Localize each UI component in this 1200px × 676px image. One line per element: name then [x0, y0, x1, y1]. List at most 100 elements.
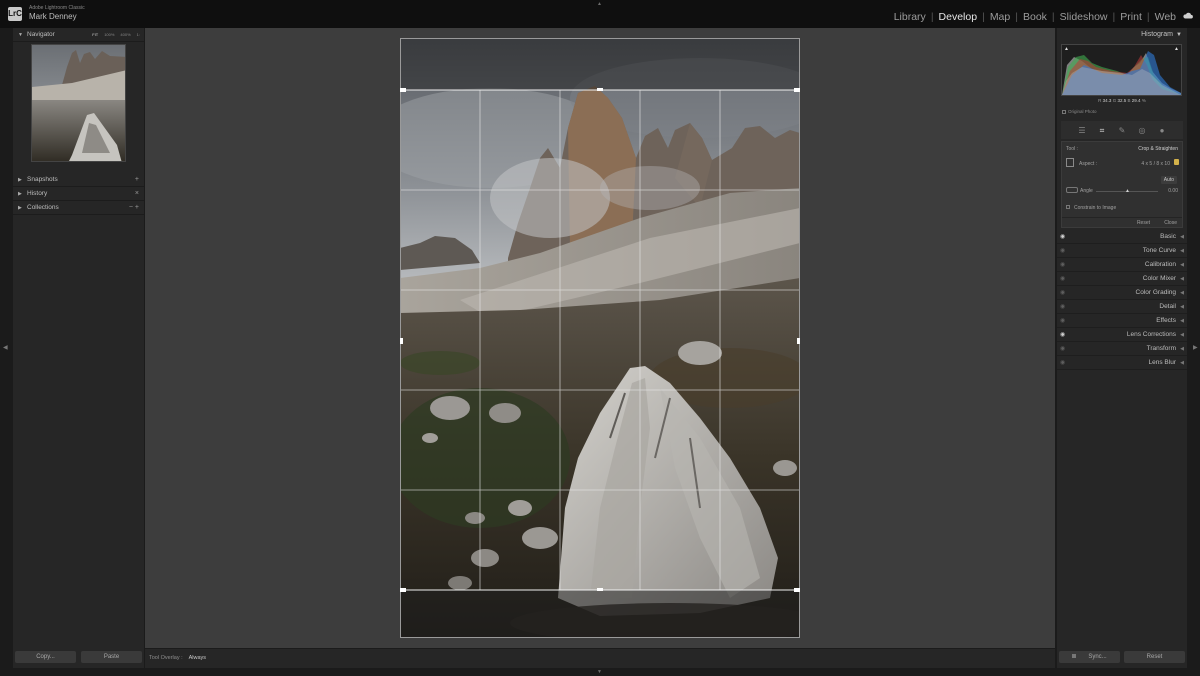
crop-close-button[interactable]: Close: [1164, 220, 1177, 226]
module-picker: Library | Develop | Map | Book | Slidesh…: [894, 11, 1176, 23]
lightroom-window: LrC Adobe Lightroom Classic Mark Denney …: [0, 0, 1200, 676]
section-transform[interactable]: ◉ Transform ◀: [1057, 342, 1187, 356]
module-separator: |: [1051, 11, 1055, 23]
zoom-400[interactable]: 400%: [120, 28, 130, 42]
lock-icon[interactable]: [1174, 159, 1179, 165]
add-snapshot-button[interactable]: +: [135, 173, 139, 187]
eye-icon[interactable]: ◉: [1060, 342, 1065, 356]
section-label: Color Mixer: [1142, 275, 1176, 282]
module-map[interactable]: Map: [990, 11, 1010, 23]
module-book[interactable]: Book: [1023, 11, 1047, 23]
masking-icon[interactable]: ●: [1158, 126, 1167, 135]
eye-icon[interactable]: ◉: [1060, 258, 1065, 272]
histogram-header[interactable]: Histogram ▼: [1057, 28, 1187, 42]
original-photo-checkbox[interactable]: [1062, 109, 1066, 114]
expand-triangle-icon: ▶: [18, 205, 22, 211]
tool-label: Tool :: [1066, 146, 1078, 152]
top-panel-toggle-icon[interactable]: ▲: [597, 1, 602, 7]
crop-panel-divider: [1062, 217, 1182, 218]
crop-reset-button[interactable]: Reset: [1137, 220, 1150, 226]
eye-icon[interactable]: ◉: [1060, 244, 1065, 258]
b-value: 29.4: [1131, 98, 1141, 103]
section-lens-blur[interactable]: ◉ Lens Blur ◀: [1057, 356, 1187, 370]
original-photo-label: Original Photo: [1068, 109, 1097, 114]
navigator-preview[interactable]: [31, 44, 126, 162]
tool-overlay-select[interactable]: Always: [189, 655, 206, 661]
module-separator: |: [930, 11, 934, 23]
left-panel-toggle-icon[interactable]: ◀: [3, 344, 8, 351]
histogram[interactable]: ▲ ▲: [1061, 44, 1182, 96]
snapshots-header[interactable]: ▶ Snapshots +: [13, 173, 144, 187]
module-print[interactable]: Print: [1120, 11, 1142, 23]
eye-icon[interactable]: ◉: [1060, 356, 1065, 370]
clear-history-button[interactable]: ×: [135, 187, 139, 201]
expand-triangle-icon: ◀: [1180, 318, 1184, 324]
collections-header[interactable]: ▶ Collections − +: [13, 201, 144, 215]
develop-sections: ◉ Basic ◀ ◉ Tone Curve ◀ ◉ Calibration ◀ ◉ Colo…: [1057, 230, 1187, 370]
top-bar: LrC Adobe Lightroom Classic Mark Denney …: [0, 0, 1200, 28]
sync-button[interactable]: Sync...: [1059, 651, 1120, 663]
zoom-100[interactable]: 100%: [104, 28, 114, 42]
original-photo-toggle[interactable]: Original Photo: [1062, 109, 1097, 114]
eye-icon[interactable]: ◉: [1060, 300, 1065, 314]
paste-button[interactable]: Paste: [81, 651, 142, 663]
section-label: Tone Curve: [1142, 247, 1176, 254]
expand-triangle-icon: ◀: [1180, 248, 1184, 254]
eye-icon[interactable]: ◉: [1060, 314, 1065, 328]
expand-triangle-icon: ◀: [1180, 304, 1184, 310]
module-separator: |: [982, 11, 985, 23]
cloud-icon[interactable]: [1183, 12, 1193, 19]
section-calibration[interactable]: ◉ Calibration ◀: [1057, 258, 1187, 272]
bottom-panel-toggle-icon[interactable]: ▼: [597, 669, 602, 675]
history-label: History: [27, 190, 48, 197]
reset-button[interactable]: Reset: [1124, 651, 1185, 663]
angle-slider-thumb[interactable]: ▲: [1125, 188, 1130, 194]
crop-icon[interactable]: ⌗: [1098, 126, 1107, 135]
auto-button[interactable]: Auto: [1160, 176, 1177, 184]
eye-icon[interactable]: ◉: [1060, 272, 1065, 286]
right-footer: Sync... Reset: [1059, 651, 1185, 665]
photo-frame[interactable]: [400, 38, 800, 638]
section-color-grading[interactable]: ◉ Color Grading ◀: [1057, 286, 1187, 300]
expand-triangle-icon: ◀: [1180, 234, 1184, 240]
user-name: Mark Denney: [29, 12, 77, 21]
expand-triangle-icon: ◀: [1180, 276, 1184, 282]
right-panel-toggle-icon[interactable]: ▶: [1193, 344, 1198, 351]
section-color-mixer[interactable]: ◉ Color Mixer ◀: [1057, 272, 1187, 286]
r-label: R: [1098, 98, 1102, 103]
sync-toggle-icon[interactable]: [1072, 654, 1077, 658]
healing-icon[interactable]: ✎: [1118, 126, 1127, 135]
highlight-clipping-icon[interactable]: ▲: [1174, 46, 1179, 52]
eye-icon[interactable]: ◉: [1060, 286, 1065, 300]
section-label: Lens Corrections: [1126, 331, 1176, 338]
red-eye-icon[interactable]: ◎: [1138, 126, 1147, 135]
navigator-header[interactable]: ▼ Navigator FIT 100% 400% 1:: [13, 28, 144, 42]
zoom-custom[interactable]: 1:: [137, 28, 140, 42]
zoom-fit[interactable]: FIT: [92, 28, 98, 42]
constrain-checkbox[interactable]: [1066, 205, 1070, 209]
module-slideshow[interactable]: Slideshow: [1060, 11, 1108, 23]
module-web[interactable]: Web: [1155, 11, 1176, 23]
constrain-label: Constrain to Image: [1074, 205, 1117, 211]
collapse-triangle-icon: ▼: [1176, 32, 1182, 38]
aspect-select[interactable]: 4 x 5 / 8 x 10: [1141, 161, 1170, 167]
eye-icon[interactable]: ◉: [1060, 328, 1065, 342]
history-header[interactable]: ▶ History ×: [13, 187, 144, 201]
angle-value[interactable]: 0.00: [1168, 188, 1178, 194]
section-lens-corrections[interactable]: ◉ Lens Corrections ◀: [1057, 328, 1187, 342]
crop-frame-icon[interactable]: [1066, 158, 1074, 167]
section-effects[interactable]: ◉ Effects ◀: [1057, 314, 1187, 328]
section-detail[interactable]: ◉ Detail ◀: [1057, 300, 1187, 314]
edit-sliders-icon[interactable]: ☰: [1078, 126, 1087, 135]
section-basic[interactable]: ◉ Basic ◀: [1057, 230, 1187, 244]
module-develop[interactable]: Develop: [939, 11, 978, 23]
collections-controls[interactable]: − +: [129, 201, 139, 215]
right-panel: Histogram ▼ ▲ ▲ R 34.3 G 32.5 B 29.4 % O…: [1057, 28, 1187, 668]
sync-label: Sync...: [1088, 654, 1107, 660]
shadow-clipping-icon[interactable]: ▲: [1064, 46, 1069, 52]
copy-button[interactable]: Copy...: [15, 651, 76, 663]
eye-icon[interactable]: ◉: [1060, 230, 1065, 244]
module-library[interactable]: Library: [894, 11, 926, 23]
straighten-tool-icon[interactable]: [1066, 187, 1078, 193]
section-tone-curve[interactable]: ◉ Tone Curve ◀: [1057, 244, 1187, 258]
